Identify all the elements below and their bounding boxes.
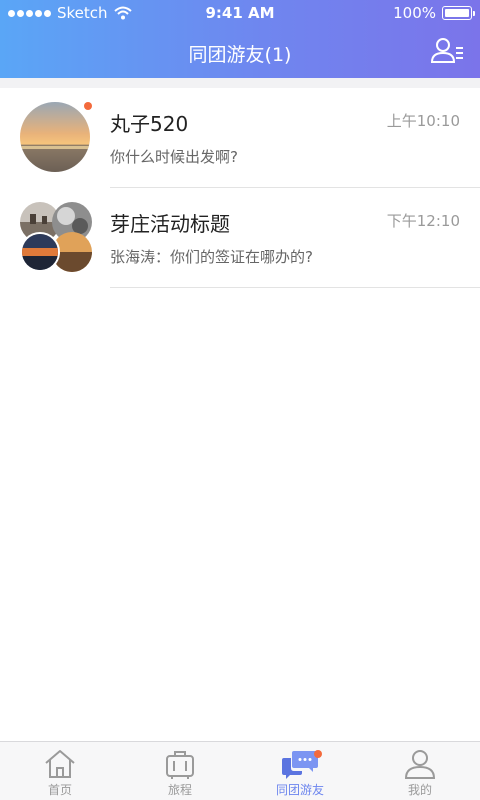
tab-badge xyxy=(314,750,322,758)
profile-icon xyxy=(404,750,436,779)
tab-label: 首页 xyxy=(47,783,72,797)
status-bar: Sketch 9:41 AM 100% xyxy=(0,0,480,26)
page-title: 同团游友(1) xyxy=(188,44,292,66)
unread-badge xyxy=(84,102,92,110)
avatar xyxy=(20,102,92,172)
tab-mine[interactable]: 我的 xyxy=(360,742,480,800)
tab-home[interactable]: 首页 xyxy=(0,742,120,800)
tab-label: 我的 xyxy=(407,783,432,797)
tab-bar: 首页 旅程 同团游友 我的 xyxy=(0,741,480,800)
sunset-beach-avatar xyxy=(20,102,90,172)
chat-list: 丸子520 上午10:10 你什么时候出发啊? 芽庄活动标题 下午12:10 张… xyxy=(0,88,480,288)
battery-icon xyxy=(442,6,475,20)
chat-item[interactable]: 丸子520 上午10:10 你什么时候出发啊? xyxy=(0,88,480,188)
tab-label: 旅程 xyxy=(167,783,192,797)
group-avatar xyxy=(20,202,92,272)
group-avatar-photo xyxy=(20,232,60,272)
divider xyxy=(110,287,480,288)
battery-percent: 100% xyxy=(393,4,436,22)
chat-preview: 你什么时候出发啊? xyxy=(110,148,238,166)
header: Sketch 9:41 AM 100% 同团游友(1) xyxy=(0,0,480,78)
header-separator xyxy=(0,78,480,88)
chat-preview: 张海涛：你们的签证在哪办的? xyxy=(110,248,313,266)
tab-label: 同团游友 xyxy=(275,783,324,797)
home-icon xyxy=(45,750,75,778)
title-bar: 同团游友(1) xyxy=(0,30,480,74)
tab-itinerary[interactable]: 旅程 xyxy=(120,742,240,800)
chat-name: 芽庄活动标题 xyxy=(110,212,230,236)
contacts-button[interactable] xyxy=(430,36,466,66)
chat-item[interactable]: 芽庄活动标题 下午12:10 张海涛：你们的签证在哪办的? xyxy=(0,188,480,288)
chat-name: 丸子520 xyxy=(110,112,189,136)
luggage-icon xyxy=(166,751,194,779)
tab-fellow-travelers[interactable]: 同团游友 xyxy=(240,742,360,800)
chat-time: 下午12:10 xyxy=(386,212,460,230)
chat-time: 上午10:10 xyxy=(386,112,460,130)
contacts-icon xyxy=(430,38,463,63)
